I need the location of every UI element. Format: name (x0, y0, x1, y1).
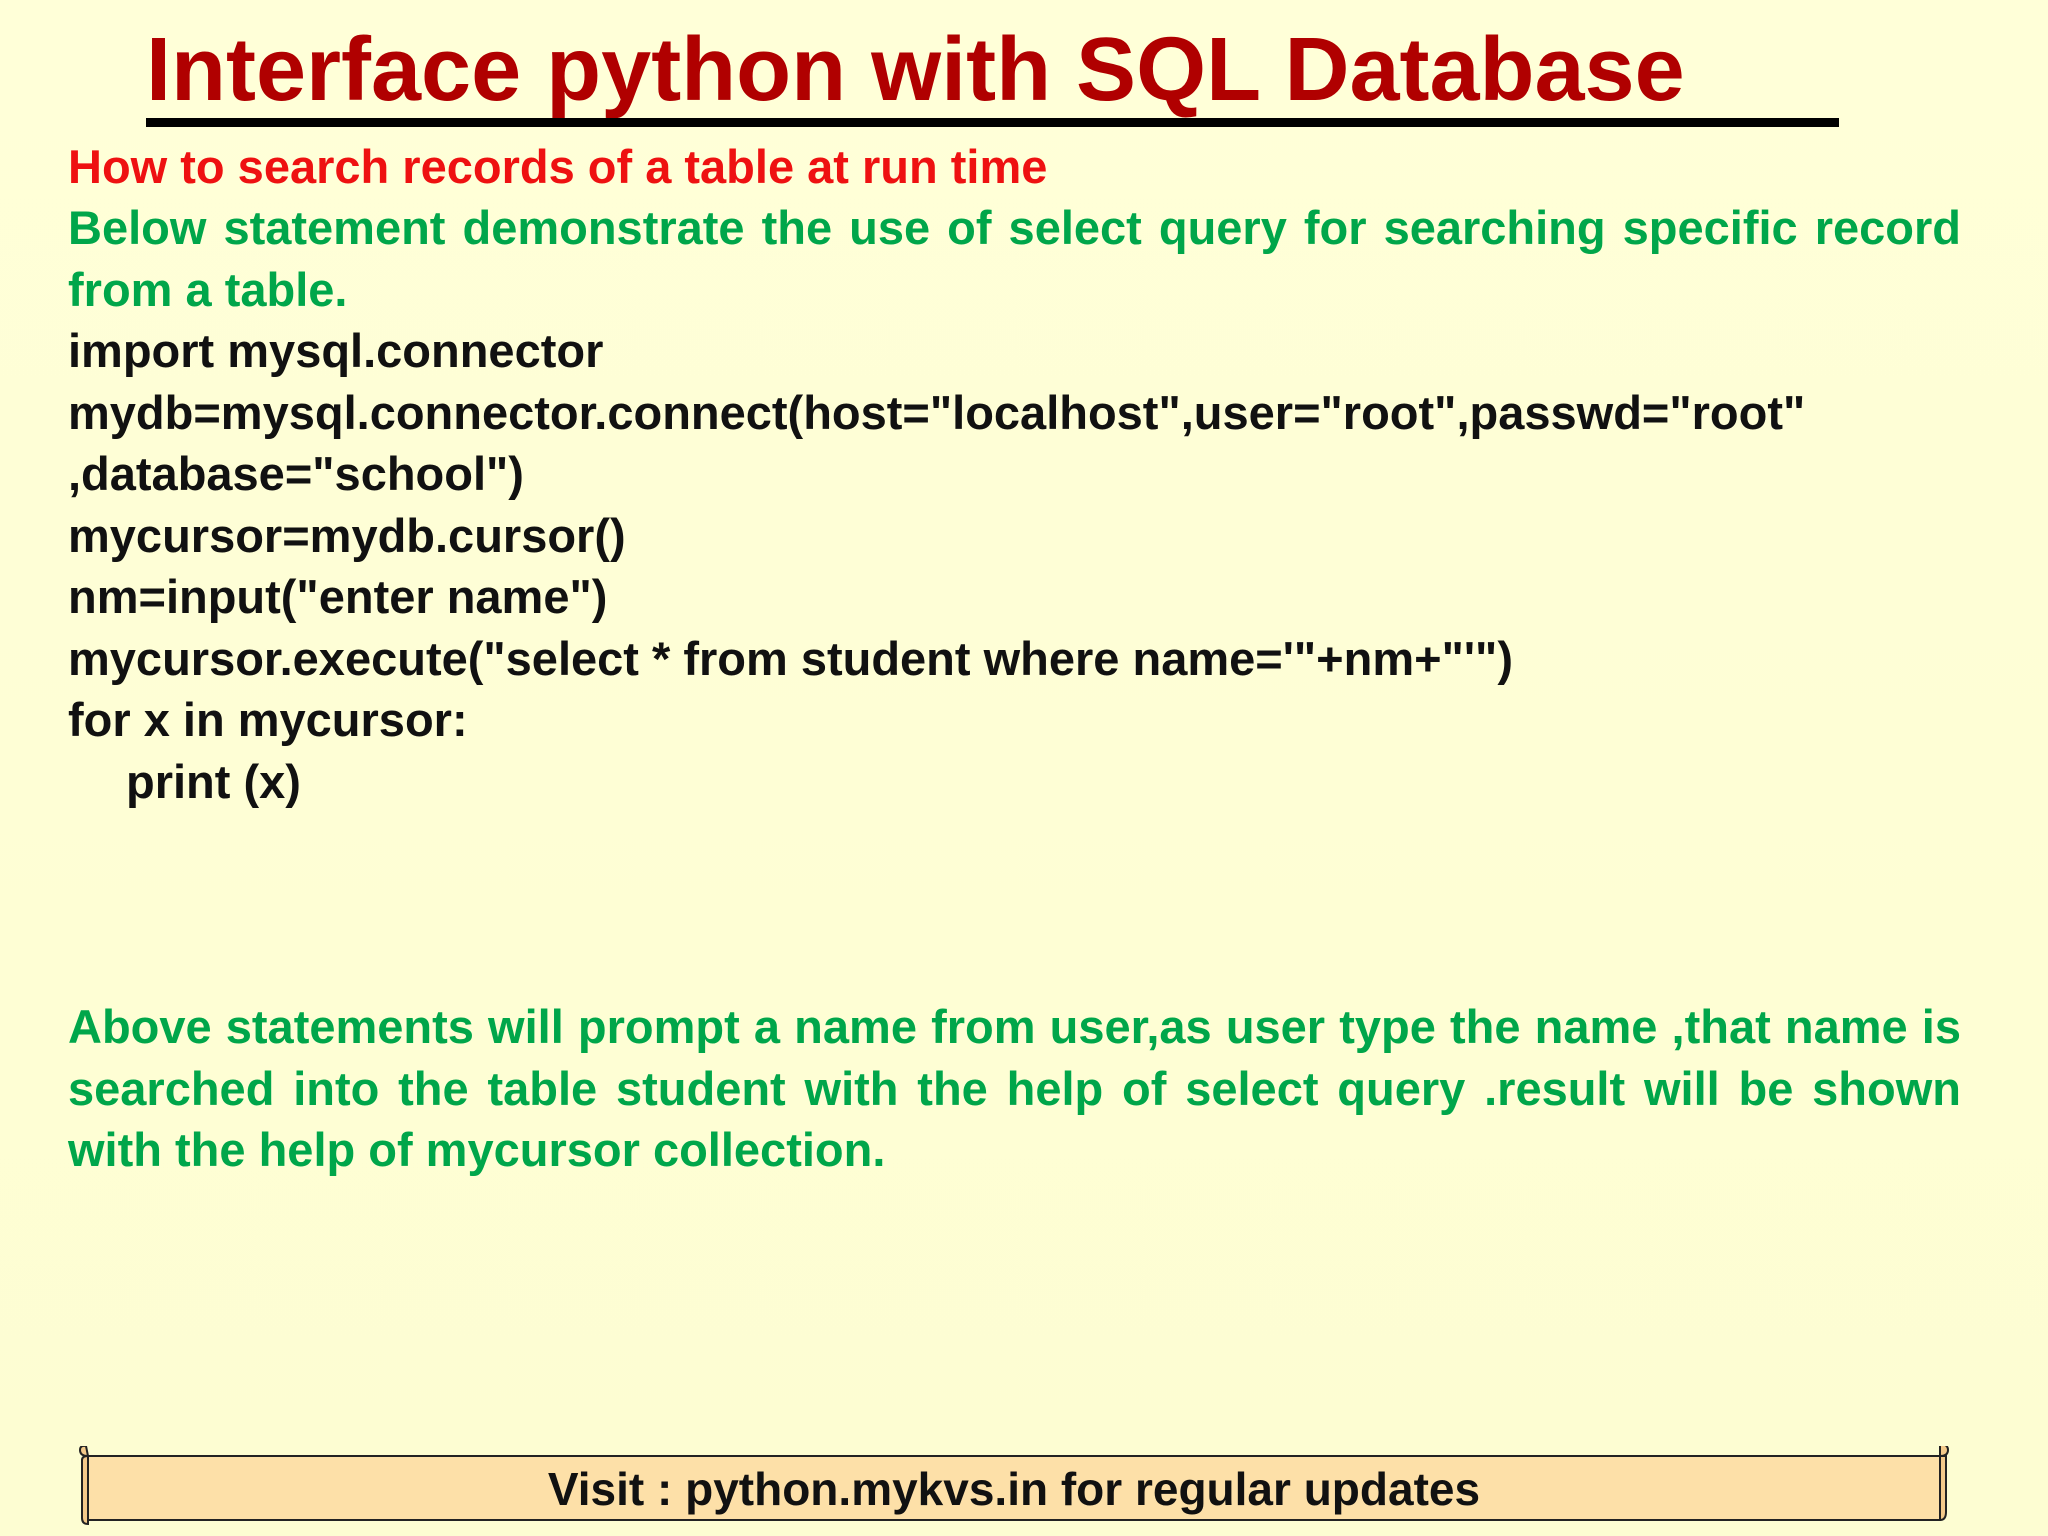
footer-scroll-banner: Visit : python.mykvs.in for regular upda… (78, 1446, 1950, 1526)
title-underline (146, 118, 1839, 127)
code-line: print (x) (126, 754, 301, 808)
code-line: ,database="school") (68, 447, 524, 500)
code-line: mycursor.execute("select * from student … (68, 631, 1513, 685)
code-block: import mysql.connector mydb=mysql.connec… (68, 320, 1961, 812)
code-line: import mysql.connector (68, 324, 604, 377)
section-heading: How to search records of a table at run … (68, 140, 1048, 193)
code-line: mycursor=mydb.cursor() (68, 508, 626, 562)
code-line: nm=input("enter name") (68, 570, 608, 623)
footer-text: Visit : python.mykvs.in for regular upda… (547, 1463, 1481, 1515)
outro-paragraph: Above statements will prompt a name from… (68, 1000, 1961, 1176)
slide: Interface python with SQL Database How t… (0, 0, 2048, 1536)
code-line: for x in mycursor: (68, 693, 468, 746)
intro-paragraph: Below statement demonstrate the use of s… (68, 201, 1961, 316)
slide-title: Interface python with SQL Database (146, 20, 1685, 120)
code-line: mydb=mysql.connector.connect(host="local… (68, 385, 1806, 439)
